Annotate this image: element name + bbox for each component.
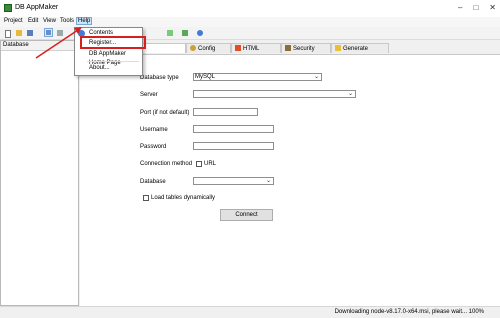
annotation-arrow (35, 27, 82, 59)
